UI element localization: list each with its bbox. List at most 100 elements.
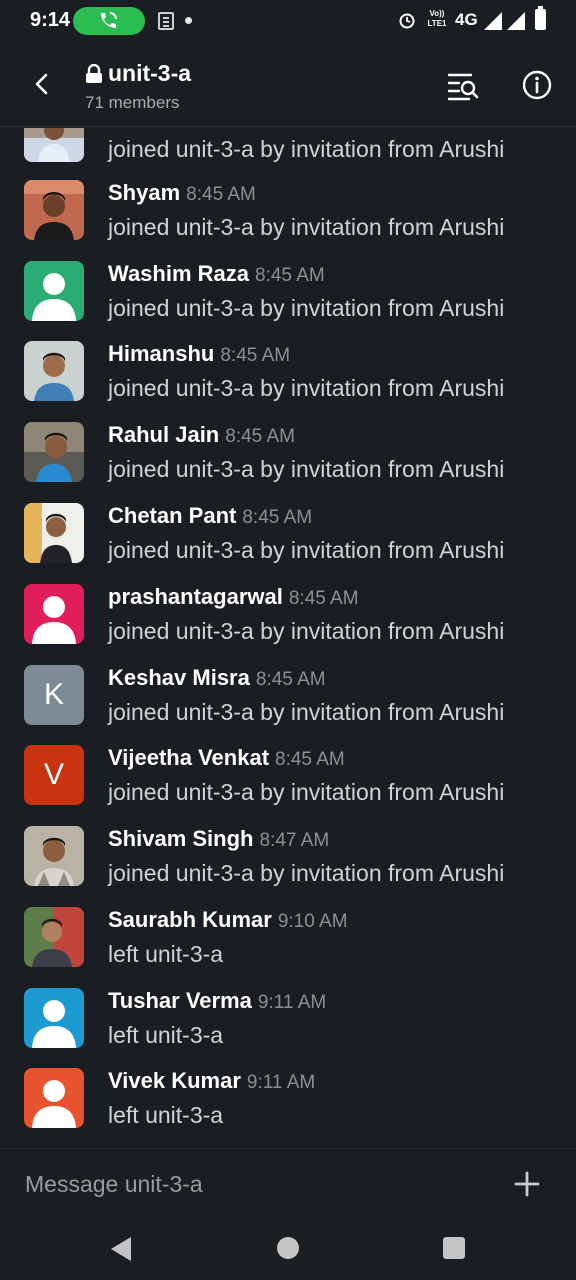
message-time: 9:11 AM (257, 992, 327, 1013)
search-button[interactable] (444, 66, 484, 106)
message-input[interactable]: Message unit-3-a (25, 1171, 485, 1201)
avatar[interactable] (24, 180, 84, 240)
message-time: 8:45 AM (225, 426, 295, 447)
avatar[interactable] (24, 1068, 84, 1128)
sender-name-text: Vijeetha Venkat (108, 745, 270, 770)
avatar[interactable] (24, 261, 84, 321)
sender-name-text: Saurabh Kumar (108, 907, 272, 932)
avatar[interactable] (24, 128, 84, 162)
default-user-icon (32, 596, 76, 644)
sender-name[interactable]: Himanshu 8:45 AM (108, 341, 290, 367)
message-time: 8:45 AM (220, 345, 291, 366)
list-item[interactable]: prashantagarwal 8:45 AM joined unit-3-a b… (0, 584, 576, 665)
default-user-icon (32, 1080, 76, 1128)
avatar[interactable] (24, 826, 84, 886)
list-item[interactable]: Shyam 8:45 AM joined unit-3-a by invitati… (0, 180, 576, 261)
list-item[interactable]: Himanshu 8:45 AM joined unit-3-a by invit… (0, 341, 576, 422)
sender-name-text: Tushar Verma (108, 988, 252, 1013)
sender-name[interactable]: Shyam 8:45 AM (108, 180, 256, 206)
signal-icon (484, 12, 502, 30)
avatar[interactable] (24, 584, 84, 644)
phone-call-icon (101, 12, 117, 28)
list-item[interactable]: Shivam Singh 8:47 AM joined unit-3-a by i… (0, 826, 576, 907)
channel-header: unit-3-a 71 members (0, 42, 576, 127)
message-time: 8:45 AM (186, 184, 256, 205)
add-attachment-button[interactable] (510, 1167, 544, 1201)
list-item[interactable]: joined unit-3-a by invitation from Arush… (0, 128, 576, 183)
alarm-icon (399, 13, 415, 29)
list-item[interactable]: Vivek Kumar 9:11 AM left unit-3-a (0, 1068, 576, 1148)
sender-name[interactable]: Washim Raza 8:45 AM (108, 261, 325, 287)
user-photo-icon (24, 907, 84, 967)
sender-name-text: Shyam (108, 180, 181, 205)
default-user-icon (32, 1000, 76, 1048)
user-photo-icon (24, 180, 84, 240)
member-count[interactable]: 71 members (85, 93, 179, 113)
nav-back-icon[interactable] (109, 1236, 133, 1262)
channel-info-button[interactable] (518, 66, 556, 104)
status-time: 9:14 (30, 9, 71, 31)
user-photo-icon (24, 341, 84, 401)
sender-name[interactable]: prashantagarwal 8:45 AM (108, 584, 359, 610)
message-text: joined unit-3-a by invitation from Arush… (108, 860, 505, 886)
notification-app-icon (158, 12, 174, 30)
user-photo-icon (24, 422, 84, 482)
message-time: 8:45 AM (288, 588, 359, 609)
default-user-icon (32, 273, 76, 321)
nav-home-icon[interactable] (277, 1237, 299, 1259)
channel-title[interactable]: unit-3-a (108, 60, 191, 87)
sender-name[interactable]: Tushar Verma 9:11 AM (108, 988, 326, 1014)
sender-name[interactable]: Shivam Singh 8:47 AM (108, 826, 329, 852)
list-item[interactable]: Tushar Verma 9:11 AM left unit-3-a (0, 988, 576, 1069)
message-text: joined unit-3-a by invitation from Arush… (108, 136, 505, 162)
message-time: 9:10 AM (277, 911, 348, 932)
avatar[interactable]: K (24, 665, 84, 725)
message-time: 9:11 AM (246, 1072, 316, 1093)
status-bar: 9:14 Vo)) LTE1 4G (0, 0, 576, 42)
sender-name[interactable]: Vivek Kumar 9:11 AM (108, 1068, 315, 1094)
signal-icon (507, 12, 525, 30)
avatar[interactable] (24, 988, 84, 1048)
arrow-left-icon (35, 73, 48, 95)
message-time: 8:45 AM (255, 265, 325, 286)
sender-name-text: Himanshu (108, 341, 215, 366)
lock-icon (86, 64, 102, 83)
user-photo-icon (24, 503, 84, 563)
ongoing-call-pill[interactable] (73, 7, 145, 35)
list-item[interactable]: Chetan Pant 8:45 AM joined unit-3-a by in… (0, 503, 576, 584)
user-photo-icon (24, 826, 84, 886)
list-item[interactable]: V Vijeetha Venkat 8:45 AM joined unit-3-a… (0, 745, 576, 826)
sender-name[interactable]: Rahul Jain 8:45 AM (108, 422, 295, 448)
nav-recents-icon[interactable] (443, 1237, 465, 1259)
avatar[interactable]: V (24, 745, 84, 805)
message-time: 8:45 AM (242, 507, 313, 528)
avatar[interactable] (24, 907, 84, 967)
sender-name[interactable]: Vijeetha Venkat 8:45 AM (108, 745, 345, 771)
avatar[interactable] (24, 422, 84, 482)
message-text: joined unit-3-a by invitation from Arush… (108, 699, 505, 725)
message-composer: Message unit-3-a (0, 1148, 576, 1224)
list-item[interactable]: Saurabh Kumar 9:10 AM left unit-3-a (0, 907, 576, 988)
search-list-icon (447, 73, 479, 101)
list-item[interactable]: Washim Raza 8:45 AM joined unit-3-a by in… (0, 261, 576, 342)
avatar[interactable] (24, 341, 84, 401)
avatar-letter: V (43, 758, 64, 791)
sender-name-text: prashantagarwal (108, 584, 283, 609)
list-item[interactable]: K Keshav Misra 8:45 AM joined unit-3-a by… (0, 665, 576, 746)
sender-name[interactable]: Saurabh Kumar 9:10 AM (108, 907, 348, 933)
sender-name[interactable]: Chetan Pant 8:45 AM (108, 503, 312, 529)
network-type: 4G (455, 10, 478, 29)
message-text: joined unit-3-a by invitation from Arush… (108, 375, 505, 401)
back-button[interactable] (24, 64, 60, 104)
avatar[interactable] (24, 503, 84, 563)
sender-name-text: Rahul Jain (108, 422, 220, 447)
message-list[interactable]: joined unit-3-a by invitation from Arush… (0, 128, 576, 1148)
notification-dot-icon (185, 17, 192, 24)
list-item[interactable]: Rahul Jain 8:45 AM joined unit-3-a by inv… (0, 422, 576, 503)
sender-name[interactable]: Keshav Misra 8:45 AM (108, 665, 326, 691)
message-text: joined unit-3-a by invitation from Arush… (108, 618, 505, 644)
message-text: left unit-3-a (108, 941, 224, 967)
info-icon (522, 70, 552, 100)
message-text: left unit-3-a (108, 1102, 224, 1128)
message-time: 8:45 AM (275, 749, 345, 770)
